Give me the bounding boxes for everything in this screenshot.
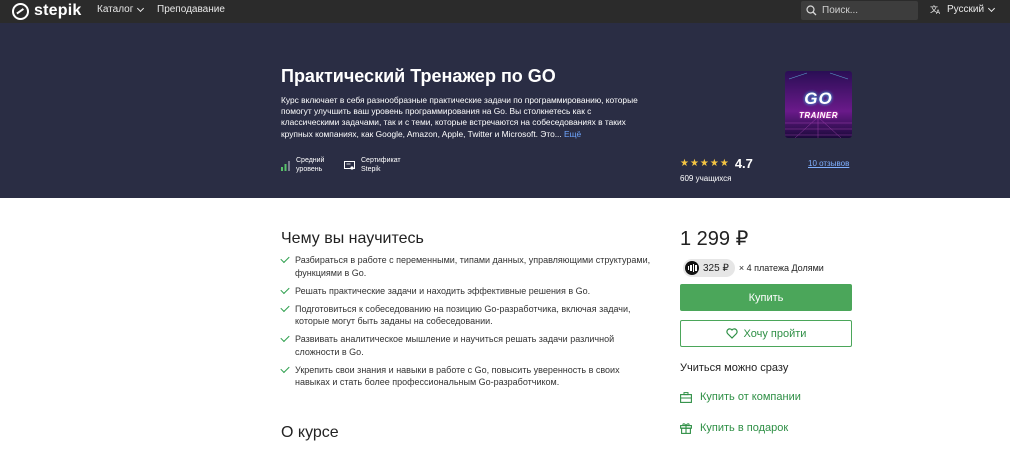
installment-amount: 325 ₽	[703, 262, 729, 274]
svg-text:A: A	[936, 9, 941, 15]
buy-button[interactable]: Купить	[680, 284, 852, 311]
briefcase-icon	[680, 391, 692, 403]
installment-pill: 325 ₽	[683, 259, 735, 277]
buy-company-label: Купить от компании	[700, 391, 801, 403]
catalog-menu[interactable]: Каталог	[97, 4, 145, 15]
buy-gift-label: Купить в подарок	[700, 422, 789, 434]
chevron-down-icon	[137, 4, 145, 12]
search-box[interactable]	[801, 1, 918, 20]
buy-gift-link[interactable]: Купить в подарок	[680, 422, 788, 434]
certificate-line1: Сертификат	[361, 157, 401, 164]
teaching-link[interactable]: Преподавание	[157, 4, 225, 15]
reviews-link[interactable]: 10 отзывов	[808, 159, 849, 168]
wishlist-label: Хочу пройти	[743, 327, 807, 340]
rating-value: 4.7	[734, 156, 753, 171]
students-count: 609 учащихся	[680, 174, 732, 183]
heart-icon	[725, 328, 738, 339]
buy-company-link[interactable]: Купить от компании	[680, 391, 801, 403]
installment-text: × 4 платежа Долями	[738, 263, 824, 273]
learn-item: Укрепить свои знания и навыки в работе с…	[280, 363, 651, 389]
learn-item: Решать практические задачи и находить эф…	[280, 284, 651, 298]
course-title: Практический Тренажер по GO	[281, 66, 556, 86]
more-link[interactable]: Ещё	[564, 129, 581, 139]
learn-list: Разбираться в работе с переменными, типа…	[280, 253, 651, 394]
check-icon	[280, 284, 290, 294]
level-info: Средний уровень	[281, 157, 324, 174]
learn-item-text: Укрепить свои знания и навыки в работе с…	[295, 364, 620, 388]
stepik-logo[interactable]: stepik	[12, 2, 81, 20]
top-navbar: stepik Каталог Преподавание 文 A Русский	[0, 0, 1010, 23]
level-line1: Средний	[296, 157, 325, 164]
about-section-title: О курсе	[281, 424, 339, 441]
course-cover-image: GO TRAINER	[785, 71, 852, 138]
description-text: Курс включает в себя разнообразные практ…	[281, 95, 638, 139]
learn-item-text: Решать практические задачи и находить эф…	[295, 285, 591, 296]
certificate-info: Сертификат Stepik	[344, 157, 401, 174]
language-label: Русский	[947, 4, 985, 15]
check-icon	[280, 253, 290, 264]
search-icon	[806, 5, 817, 16]
level-line2: уровень	[296, 165, 323, 173]
search-input[interactable]	[822, 5, 912, 16]
certificate-icon	[344, 160, 355, 170]
language-selector[interactable]: 文 A Русский	[930, 4, 996, 15]
check-icon	[280, 363, 290, 373]
check-icon	[280, 333, 290, 343]
learn-section-title: Чему вы научитесь	[281, 230, 424, 247]
level-bars-icon	[281, 160, 290, 171]
course-price: 1 299 ₽	[680, 228, 749, 250]
learn-now-text: Учиться можно сразу	[680, 362, 789, 374]
wishlist-button[interactable]: Хочу пройти	[680, 320, 852, 347]
certificate-line2: Stepik	[361, 165, 381, 173]
dolyame-icon	[685, 261, 699, 275]
learn-item-text: Развивать аналитическое мышление и научи…	[295, 334, 615, 357]
cover-title: GO	[804, 89, 833, 108]
stepik-logo-icon	[12, 2, 29, 20]
installment-info[interactable]: 325 ₽ × 4 платежа Долями	[683, 259, 824, 277]
teaching-label: Преподавание	[157, 4, 225, 15]
learn-item-text: Подготовиться к собеседованию на позицию…	[295, 303, 631, 327]
learn-item: Развивать аналитическое мышление и научи…	[280, 333, 651, 358]
rating-stars-icon: ★★★★★	[680, 158, 730, 169]
chevron-down-icon	[988, 4, 996, 12]
check-icon	[280, 302, 290, 312]
course-description: Курс включает в себя разнообразные практ…	[281, 95, 646, 140]
learn-item-text: Разбираться в работе с переменными, типа…	[295, 255, 651, 278]
gift-icon	[680, 423, 692, 434]
catalog-label: Каталог	[97, 4, 134, 15]
logo-text: stepik	[34, 2, 82, 19]
learn-item: Разбираться в работе с переменными, типа…	[280, 253, 651, 279]
course-rating: ★★★★★ 4.7	[680, 156, 753, 171]
cover-subtitle: TRAINER	[798, 111, 839, 120]
translate-icon: 文 A	[930, 4, 941, 15]
learn-item: Подготовиться к собеседованию на позицию…	[280, 302, 651, 328]
